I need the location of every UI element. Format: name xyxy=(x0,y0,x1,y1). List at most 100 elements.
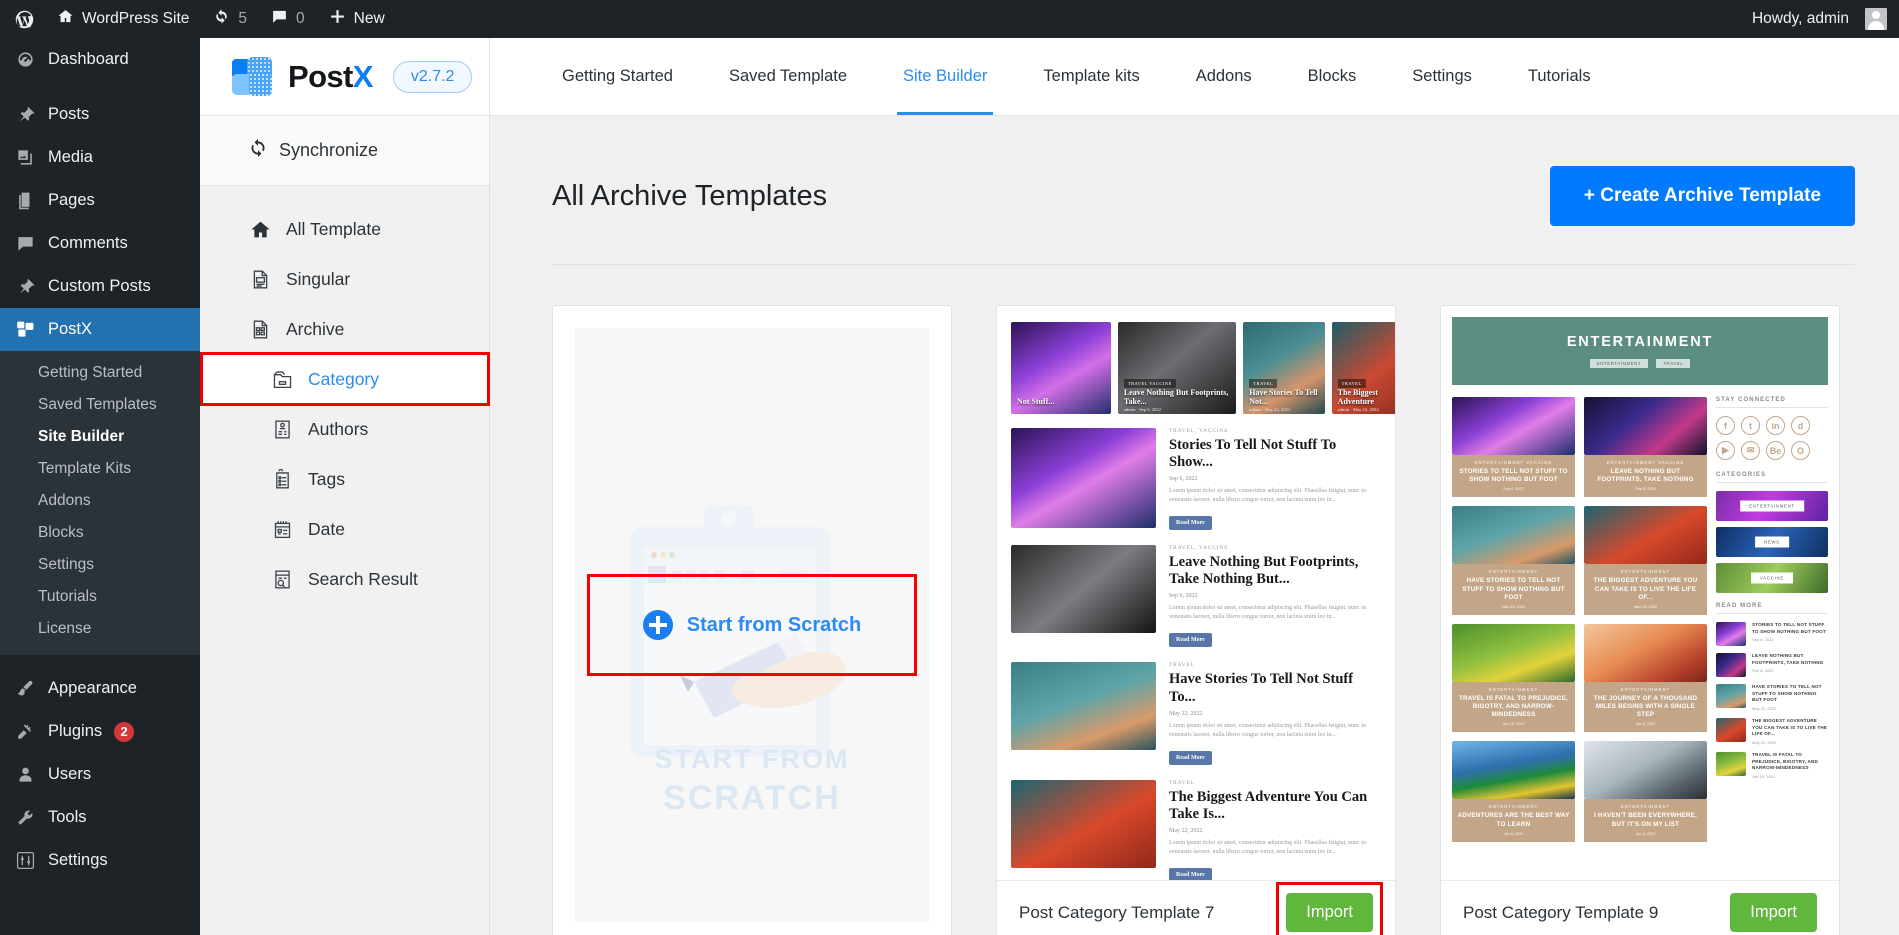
cell-title: STORIES TO TELL NOT STUFF TO SHOW NOTHIN… xyxy=(1459,468,1568,484)
email-icon[interactable]: ✉ xyxy=(1741,441,1760,460)
new-content-menu[interactable]: New xyxy=(317,0,397,38)
start-from-scratch-button[interactable]: Start from Scratch xyxy=(586,574,918,676)
template-7-preview: Not Stuff... TRAVEL VACCINE Leave Nothin… xyxy=(997,306,1395,880)
tab-site-builder[interactable]: Site Builder xyxy=(875,38,1015,115)
sidebar-item-pages[interactable]: Pages xyxy=(0,179,200,222)
sidebar-label: All Template xyxy=(286,218,382,239)
wordpress-logo-icon[interactable] xyxy=(0,0,45,38)
tab-addons[interactable]: Addons xyxy=(1168,38,1280,115)
submenu-tutorials[interactable]: Tutorials xyxy=(0,581,200,613)
comments-menu[interactable]: 0 xyxy=(259,0,317,38)
sidebar-divider xyxy=(0,81,200,93)
sidebar-label: Search Result xyxy=(308,568,418,589)
read-more-button[interactable]: Read More xyxy=(1169,750,1212,765)
category-tile[interactable]: VACCINE xyxy=(1716,563,1828,593)
submenu-settings[interactable]: Settings xyxy=(0,549,200,581)
facebook-icon[interactable]: f xyxy=(1716,416,1735,435)
sidebar-item-plugins[interactable]: Plugins 2 xyxy=(0,710,200,753)
create-archive-template-button[interactable]: + Create Archive Template xyxy=(1549,166,1855,226)
read-more-item[interactable]: TRAVEL IS FATAL TO PREJUDICE, BIGOTRY, A… xyxy=(1716,751,1828,779)
preview-post-row: TRAVEL Have Stories To Tell Not Stuff To… xyxy=(1011,662,1381,765)
sidebar-item-category[interactable]: Category xyxy=(200,352,490,406)
import-button[interactable]: Import xyxy=(1730,893,1817,932)
import-button[interactable]: Import xyxy=(1286,893,1373,932)
cell-date: Jan 6, 2022 xyxy=(1635,722,1656,727)
site-name-menu[interactable]: WordPress Site xyxy=(45,0,201,38)
synchronize-button[interactable]: Synchronize xyxy=(200,116,489,186)
sidebar-item-search-result[interactable]: Search Result xyxy=(200,554,489,604)
read-more-item[interactable]: HAVE STORIES TO TELL NOT STUFF TO SHOW N… xyxy=(1716,684,1828,711)
sidebar-item-comments[interactable]: Comments xyxy=(0,222,200,265)
start-from-scratch-card[interactable]: START FROM SCRATCH Start from Scratch xyxy=(552,305,952,935)
tab-getting-started[interactable]: Getting Started xyxy=(534,38,701,115)
submenu-addons[interactable]: Addons xyxy=(0,485,200,517)
sidebar-item-dashboard[interactable]: Dashboard xyxy=(0,38,200,81)
submenu-getting-started[interactable]: Getting Started xyxy=(0,357,200,389)
tab-template-kits[interactable]: Template kits xyxy=(1015,38,1167,115)
read-more-item[interactable]: THE BIGGEST ADVENTURE YOU CAN TAKE IS TO… xyxy=(1716,717,1828,745)
submenu-blocks[interactable]: Blocks xyxy=(0,517,200,549)
read-more-button[interactable]: Read More xyxy=(1169,867,1212,880)
post-excerpt: Lorem ipsum dolor sit amet, consectetur … xyxy=(1169,722,1366,738)
sidebar-item-appearance[interactable]: Appearance xyxy=(0,667,200,710)
postx-submenu: Getting Started Saved Templates Site Bui… xyxy=(0,351,200,655)
sidebar-item-custom-posts[interactable]: Custom Posts xyxy=(0,265,200,308)
sidebar-label: Singular xyxy=(286,268,351,289)
sidebar-item-date[interactable]: Date xyxy=(200,504,489,554)
cell-title: ADVENTURES ARE THE BEST WAY TO LEARN xyxy=(1457,812,1570,828)
linkedin-icon[interactable]: in xyxy=(1766,416,1785,435)
sidebar-item-postx[interactable]: PostX xyxy=(0,308,200,351)
strip-thumb: TRAVEL The Biggest Adventure admin · May… xyxy=(1331,322,1395,414)
read-more-item[interactable]: LEAVE NOTHING BUT FOOTPRINTS, TAKE NOTHI… xyxy=(1716,653,1828,677)
category-tile[interactable]: NEWS xyxy=(1716,527,1828,557)
sidebar-item-users[interactable]: Users xyxy=(0,753,200,796)
tab-settings[interactable]: Settings xyxy=(1384,38,1500,115)
submenu-license[interactable]: License xyxy=(0,613,200,645)
sidebar-item-settings[interactable]: Settings xyxy=(0,839,200,882)
strip-title: The Biggest Adventure xyxy=(1337,387,1378,406)
card-footer: Post Category Template 9 Import xyxy=(1441,880,1839,935)
behance-icon[interactable]: Be xyxy=(1766,441,1785,460)
account-menu[interactable]: Howdy, admin xyxy=(1740,0,1899,38)
calendar-list-icon xyxy=(270,517,294,541)
tab-tutorials[interactable]: Tutorials xyxy=(1500,38,1619,115)
tiktok-icon[interactable]: d xyxy=(1791,416,1810,435)
sidebar-item-all-template[interactable]: All Template xyxy=(200,204,489,254)
card-preview: START FROM SCRATCH Start from Scratch xyxy=(553,306,951,935)
submenu-template-kits[interactable]: Template Kits xyxy=(0,453,200,485)
submenu-saved-templates[interactable]: Saved Templates xyxy=(0,389,200,421)
tab-blocks[interactable]: Blocks xyxy=(1280,38,1385,115)
submenu-site-builder[interactable]: Site Builder xyxy=(0,421,200,453)
category-tile[interactable]: ENTERTAINMENT xyxy=(1716,491,1828,521)
template-card-post-category-7[interactable]: Not Stuff... TRAVEL VACCINE Leave Nothin… xyxy=(996,305,1396,935)
read-more-button[interactable]: Read More xyxy=(1169,633,1212,648)
sidebar-item-media[interactable]: Media xyxy=(0,136,200,179)
sidebar-item-archive[interactable]: Archive xyxy=(200,304,489,354)
preview-sidebar: STAY CONNECTED f t in d ▶ ✉ Be O CATEGOR… xyxy=(1716,397,1828,842)
read-more-title: HAVE STORIES TO TELL NOT STUFF TO SHOW N… xyxy=(1752,684,1822,703)
sidebar-item-tools[interactable]: Tools xyxy=(0,796,200,839)
sidebar-item-singular[interactable]: Singular xyxy=(200,254,489,304)
sidebar-item-tags[interactable]: Tags xyxy=(200,454,489,504)
cell-title: TRAVEL IS FATAL TO PREJUDICE, BIGOTRY, A… xyxy=(1458,694,1568,719)
cell-category: ENTERTAINMENT xyxy=(1620,686,1671,692)
youtube-icon[interactable]: ▶ xyxy=(1716,441,1735,460)
grid-cell: ENTERTAINMENT TRAVEL IS FATAL TO PREJUDI… xyxy=(1452,623,1575,733)
tab-saved-template[interactable]: Saved Template xyxy=(701,38,875,115)
sidebar-item-authors[interactable]: Authors xyxy=(200,404,489,454)
cell-date: Jan 19, 2022 xyxy=(1502,722,1525,727)
read-more-button[interactable]: Read More xyxy=(1169,516,1212,531)
author-card-icon xyxy=(270,417,294,441)
post-date: May 22, 2022 xyxy=(1169,710,1203,717)
grid-cell: ENTERTAINMENT THE BIGGEST ADVENTURE YOU … xyxy=(1584,506,1707,615)
read-more-item[interactable]: STORIES TO TELL NOT STUFF TO SHOW NOTHIN… xyxy=(1716,622,1828,646)
github-icon[interactable]: O xyxy=(1791,441,1810,460)
post-thumbnail xyxy=(1011,662,1156,751)
twitter-icon[interactable]: t xyxy=(1741,416,1760,435)
updates-menu[interactable]: 5 xyxy=(201,0,259,38)
sidebar-item-posts[interactable]: Posts xyxy=(0,93,200,136)
postx-body: Synchronize All Template Singular Archiv… xyxy=(200,116,1899,935)
strip-title: Leave Nothing But Footprints, Take... xyxy=(1123,387,1229,406)
template-card-post-category-9[interactable]: ENTERTAINMENT ENTERTAINMENT TRAVEL ENTER… xyxy=(1440,305,1840,935)
post-text: TRAVEL, VACCINE Stories To Tell Not Stuf… xyxy=(1169,428,1381,531)
